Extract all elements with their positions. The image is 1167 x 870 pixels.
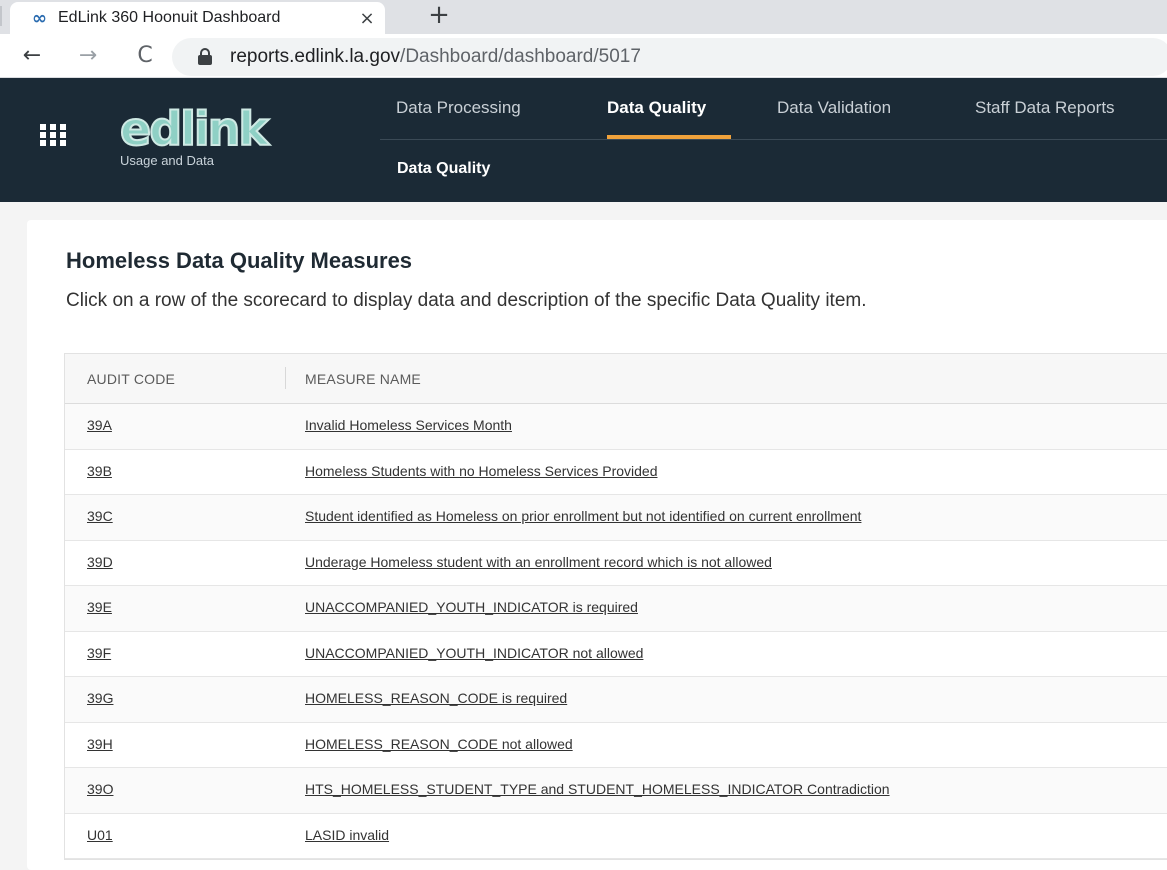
subnav-data-quality[interactable]: Data Quality bbox=[397, 160, 490, 178]
audit-code-link[interactable]: 39O bbox=[87, 781, 113, 797]
lock-icon[interactable] bbox=[196, 47, 230, 67]
browser-tabstrip: ∞ EdLink 360 Hoonuit Dashboard × + bbox=[0, 0, 1167, 34]
audit-code-link[interactable]: 39D bbox=[87, 554, 113, 570]
table-row[interactable]: 39E UNACCOMPANIED_YOUTH_INDICATOR is requ… bbox=[65, 586, 1167, 632]
audit-code-link[interactable]: 39A bbox=[87, 417, 112, 433]
measure-name-link[interactable]: HTS_HOMELESS_STUDENT_TYPE and STUDENT_HO… bbox=[305, 781, 890, 797]
url-host: reports.edlink.la.gov bbox=[230, 46, 401, 67]
nav-staff-data-reports[interactable]: Staff Data Reports bbox=[975, 98, 1115, 118]
table-body: 39A Invalid Homeless Services Month 39B Hom… bbox=[65, 404, 1167, 859]
browser-tab[interactable]: ∞ EdLink 360 Hoonuit Dashboard × bbox=[10, 2, 385, 34]
table-row[interactable]: 39C Student identified as Homeless on pri… bbox=[65, 495, 1167, 541]
nav-data-validation[interactable]: Data Validation bbox=[777, 98, 891, 118]
column-header-audit-code[interactable]: AUDIT CODE bbox=[87, 371, 175, 387]
tab-separator bbox=[0, 6, 2, 26]
table-row[interactable]: 39B Homeless Students with no Homeless Se… bbox=[65, 449, 1167, 495]
table-row[interactable]: 39O HTS_HOMELESS_STUDENT_TYPE and STUDENT… bbox=[65, 768, 1167, 814]
logo-subtitle: Usage and Data bbox=[120, 153, 214, 168]
browser-toolbar: ← → C reports.edlink.la.gov/Dashboard/da… bbox=[0, 34, 1167, 78]
scorecard-table: AUDIT CODE MEASURE NAME 39A Invalid Homel… bbox=[64, 353, 1167, 860]
url-text: reports.edlink.la.gov/Dashboard/dashboar… bbox=[230, 46, 641, 68]
audit-code-link[interactable]: 39E bbox=[87, 599, 112, 615]
table-row[interactable]: 39G HOMELESS_REASON_CODE is required bbox=[65, 677, 1167, 723]
forward-button[interactable]: → bbox=[74, 43, 102, 71]
tab-title: EdLink 360 Hoonuit Dashboard bbox=[58, 9, 281, 26]
table-row[interactable]: U01 LASID invalid bbox=[65, 813, 1167, 859]
nav-data-processing[interactable]: Data Processing bbox=[396, 98, 521, 118]
measure-name-link[interactable]: Student identified as Homeless on prior … bbox=[305, 508, 861, 524]
audit-code-link[interactable]: 39B bbox=[87, 463, 112, 479]
page-title: Homeless Data Quality Measures bbox=[66, 248, 413, 273]
new-tab-button[interactable]: + bbox=[422, 0, 456, 34]
measure-name-link[interactable]: UNACCOMPANIED_YOUTH_INDICATOR is require… bbox=[305, 599, 638, 615]
app-grid-icon[interactable] bbox=[40, 124, 66, 146]
address-bar[interactable]: reports.edlink.la.gov/Dashboard/dashboar… bbox=[172, 38, 1167, 76]
column-divider bbox=[285, 367, 286, 389]
audit-code-link[interactable]: U01 bbox=[87, 827, 113, 843]
audit-code-link[interactable]: 39F bbox=[87, 645, 111, 661]
logo-text: edlink bbox=[119, 102, 270, 156]
url-path: /Dashboard/dashboard/5017 bbox=[400, 46, 641, 67]
edlink-logo[interactable]: edlink bbox=[119, 102, 320, 156]
measure-name-link[interactable]: Underage Homeless student with an enroll… bbox=[305, 554, 772, 570]
nav-divider bbox=[380, 139, 1167, 140]
measure-name-link[interactable]: Invalid Homeless Services Month bbox=[305, 417, 512, 433]
infinity-icon: ∞ bbox=[32, 7, 47, 29]
close-icon[interactable]: × bbox=[349, 8, 385, 29]
page-description: Click on a row of the scorecard to displ… bbox=[66, 290, 867, 311]
table-row[interactable]: 39H HOMELESS_REASON_CODE not allowed bbox=[65, 722, 1167, 768]
back-button[interactable]: ← bbox=[18, 43, 46, 71]
table-row[interactable]: 39A Invalid Homeless Services Month bbox=[65, 404, 1167, 450]
table-header: AUDIT CODE MEASURE NAME bbox=[65, 354, 1167, 404]
top-nav: Data Processing Data Quality Data Valida… bbox=[380, 94, 1167, 138]
measure-name-link[interactable]: UNACCOMPANIED_YOUTH_INDICATOR not allowe… bbox=[305, 645, 643, 661]
audit-code-link[interactable]: 39G bbox=[87, 690, 113, 706]
table-row[interactable]: 39D Underage Homeless student with an enr… bbox=[65, 540, 1167, 586]
measure-name-link[interactable]: LASID invalid bbox=[305, 827, 389, 843]
nav-data-quality[interactable]: Data Quality bbox=[607, 98, 706, 118]
measure-name-link[interactable]: HOMELESS_REASON_CODE not allowed bbox=[305, 736, 573, 752]
reload-button[interactable]: C bbox=[131, 43, 159, 71]
audit-code-link[interactable]: 39H bbox=[87, 736, 113, 752]
audit-code-link[interactable]: 39C bbox=[87, 508, 113, 524]
table-row[interactable]: 39F UNACCOMPANIED_YOUTH_INDICATOR not all… bbox=[65, 631, 1167, 677]
measure-name-link[interactable]: HOMELESS_REASON_CODE is required bbox=[305, 690, 567, 706]
column-header-measure-name[interactable]: MEASURE NAME bbox=[305, 371, 421, 387]
measure-name-link[interactable]: Homeless Students with no Homeless Servi… bbox=[305, 463, 658, 479]
